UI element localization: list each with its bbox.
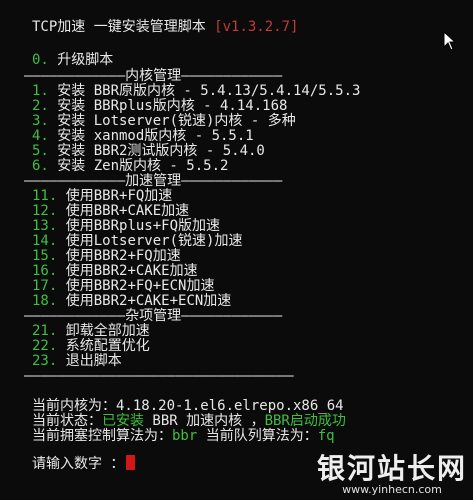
cc-label: 当前拥塞控制算法为： [32,428,172,444]
prompt-label: 请输入数字 ： [32,456,125,472]
watermark-url: www.yinhecn.com [342,483,442,496]
terminal-window[interactable]: TCP加速 一键安装管理脚本 [v1.3.2.7] 0. 升级脚本 ——————… [0,0,473,500]
queue-value: fq [317,428,335,444]
watermark: 银河站长网 www.yinhecn.com [317,454,467,496]
queue-label: 当前队列算法为： [197,428,318,444]
version-text: [v1.3.2.7] [214,19,299,35]
input-prompt-line[interactable]: 请输入数字 ： [32,455,136,473]
text-cursor[interactable] [126,455,136,470]
mouse-pointer-icon [443,31,457,51]
watermark-logo-text: 银河站长网 [316,452,467,485]
menu-label: 升级脚本 [48,52,114,68]
section-divider-end: ———————————————————————————————— [24,368,294,384]
title-text: TCP加速 一键安装管理脚本 [32,19,206,35]
congestion-status-line: 当前拥塞控制算法为：bbr 当前队列算法为：fq [32,427,335,445]
title-line: TCP加速 一键安装管理脚本 [v1.3.2.7] [32,18,298,36]
menu-num: 0. [32,52,49,68]
cc-value: bbr [172,428,198,444]
